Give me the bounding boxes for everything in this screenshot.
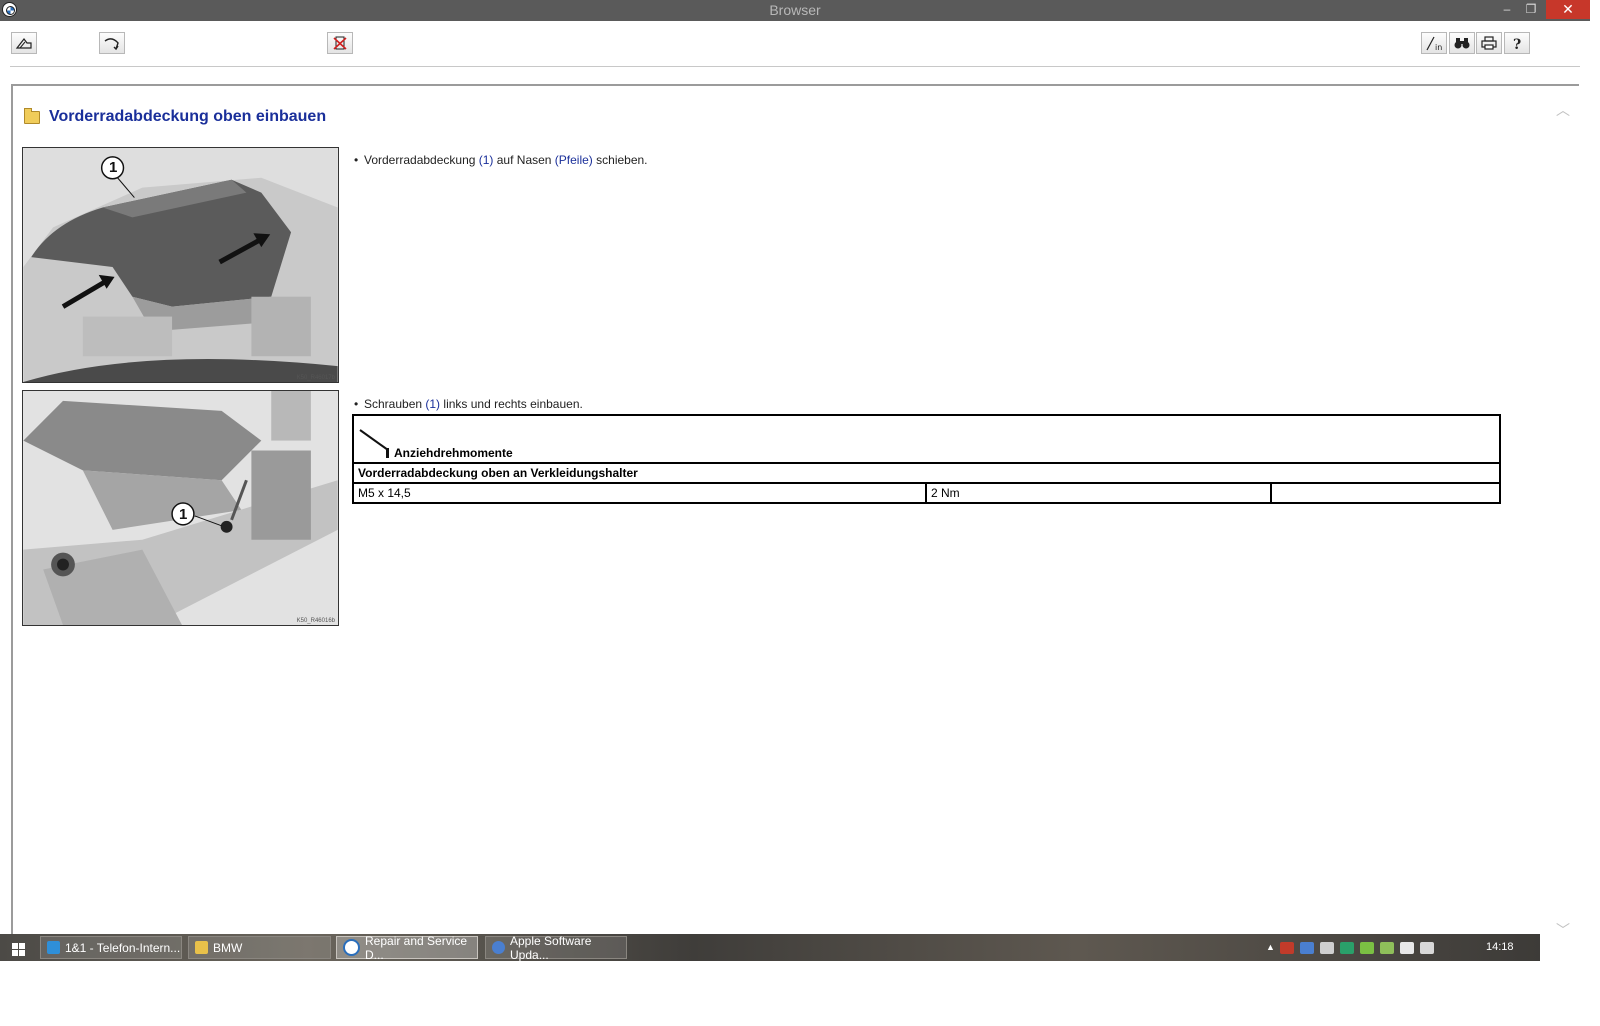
svg-text:?: ?: [1513, 37, 1521, 51]
ie-icon: [47, 941, 60, 954]
step-2: • Schrauben (1) links und rechts einbauen…: [354, 397, 583, 411]
system-tray: ▲: [1266, 940, 1434, 956]
login-button[interactable]: in: [1421, 32, 1447, 54]
help-button[interactable]: ?: [1504, 32, 1530, 54]
step-1: • Vorderradabdeckung (1) auf Nasen (Pfeil…: [354, 153, 648, 167]
toolbar: in ?: [0, 21, 1590, 67]
tray-network-icon[interactable]: [1340, 942, 1354, 954]
figure1-callout: 1: [109, 159, 118, 176]
search-button[interactable]: [1449, 32, 1475, 54]
help-icon: ?: [1513, 37, 1521, 51]
tray-update-icon[interactable]: [1300, 942, 1314, 954]
figure1-code: K50_R46017b: [296, 375, 335, 381]
torque-table-header: Anziehdrehmomente: [352, 414, 1501, 464]
folder-icon: [195, 941, 208, 954]
thread-cell: M5 x 14,5: [352, 482, 927, 504]
folder-icon: [24, 107, 40, 124]
taskbar-item-label: BMW: [213, 940, 243, 955]
taskbar-item-label: Repair and Service D...: [365, 933, 468, 962]
taskbar-item-repair-service[interactable]: Repair and Service D...: [336, 933, 478, 962]
step2-text-b: links und rechts einbauen.: [440, 397, 583, 411]
tray-nvidia-icon[interactable]: [1360, 942, 1374, 954]
torque-value-cell: 2 Nm: [925, 482, 1272, 504]
tray-display-icon[interactable]: [1420, 942, 1434, 954]
print-button[interactable]: [1476, 32, 1502, 54]
torque-table: Anziehdrehmomente Vorderradabdeckung obe…: [352, 414, 1501, 504]
back-button[interactable]: [99, 32, 125, 54]
remove-bookmark-button[interactable]: [327, 32, 353, 54]
bullet: •: [354, 153, 359, 167]
tray-app-icon[interactable]: [1280, 942, 1294, 954]
home-button[interactable]: [11, 32, 37, 54]
tray-flag-icon[interactable]: [1400, 942, 1414, 954]
login-icon: in: [1426, 36, 1442, 51]
window-title: Browser: [769, 2, 821, 18]
taskbar-item-label: 1&1 - Telefon-Intern...: [65, 940, 181, 955]
back-icon: [104, 38, 119, 51]
tray-power-icon[interactable]: [1380, 942, 1394, 954]
note-cell: [1270, 482, 1501, 504]
taskbar-item-ie[interactable]: 1&1 - Telefon-Intern...: [40, 936, 182, 959]
printer-icon: [1481, 36, 1497, 50]
torque-wrench-icon: [359, 429, 389, 458]
restore-button[interactable]: ❐: [1520, 0, 1542, 19]
binoculars-icon: [1454, 38, 1470, 49]
torque-header-label: Anziehdrehmomente: [394, 446, 513, 460]
illustration-1[interactable]: 1 K50_R46017b: [22, 147, 339, 383]
step1-ref-1[interactable]: (1): [479, 153, 494, 167]
bullet: •: [354, 397, 359, 411]
remove-bookmark-icon: [333, 36, 347, 50]
step1-text-a: Vorderradabdeckung: [364, 153, 479, 167]
torque-subheader: Vorderradabdeckung oben an Verkleidungsh…: [352, 462, 1501, 484]
title-bar: Browser – ❐ ✕: [0, 0, 1590, 21]
step1-text-c: schieben.: [592, 153, 648, 167]
page-title: Vorderradabdeckung oben einbauen: [24, 107, 327, 126]
bmw-icon: [343, 939, 360, 956]
minimize-button[interactable]: –: [1496, 0, 1518, 19]
start-button[interactable]: [8, 940, 25, 956]
step1-ref-arrows[interactable]: (Pfeile): [555, 153, 593, 167]
apple-update-icon: [492, 941, 505, 954]
svg-text:in: in: [1435, 43, 1442, 51]
step2-text-a: Schrauben: [364, 397, 426, 411]
home-icon: [15, 38, 32, 49]
taskbar-item-bmw-folder[interactable]: BMW: [188, 936, 331, 959]
table-row: M5 x 14,5 2 Nm: [352, 482, 1501, 504]
illustration-2[interactable]: 1 K50_R46016b: [22, 390, 339, 626]
close-button[interactable]: ✕: [1546, 0, 1590, 19]
clock[interactable]: 14:18: [1486, 941, 1514, 953]
tray-keyboard-icon[interactable]: [1320, 942, 1334, 954]
taskbar-item-apple-update[interactable]: Apple Software Upda...: [485, 933, 627, 962]
taskbar-item-label: Apple Software Upda...: [510, 933, 592, 962]
tray-expand-icon[interactable]: ▲: [1266, 942, 1275, 954]
scroll-up-icon[interactable]: ︿: [1556, 100, 1570, 120]
heading-text: Vorderradabdeckung oben einbauen: [49, 108, 327, 125]
front-cover-illustration: [23, 148, 338, 382]
taskbar: 1&1 - Telefon-Intern... BMW Repair and S…: [0, 933, 1540, 962]
figure2-callout: 1: [179, 506, 188, 523]
toolbar-divider: [10, 66, 1580, 67]
figure2-code: K50_R46016b: [296, 618, 335, 624]
step2-ref-1[interactable]: (1): [425, 397, 440, 411]
step1-text-b: auf Nasen: [493, 153, 555, 167]
scroll-down-icon[interactable]: ﹀: [1556, 920, 1570, 940]
